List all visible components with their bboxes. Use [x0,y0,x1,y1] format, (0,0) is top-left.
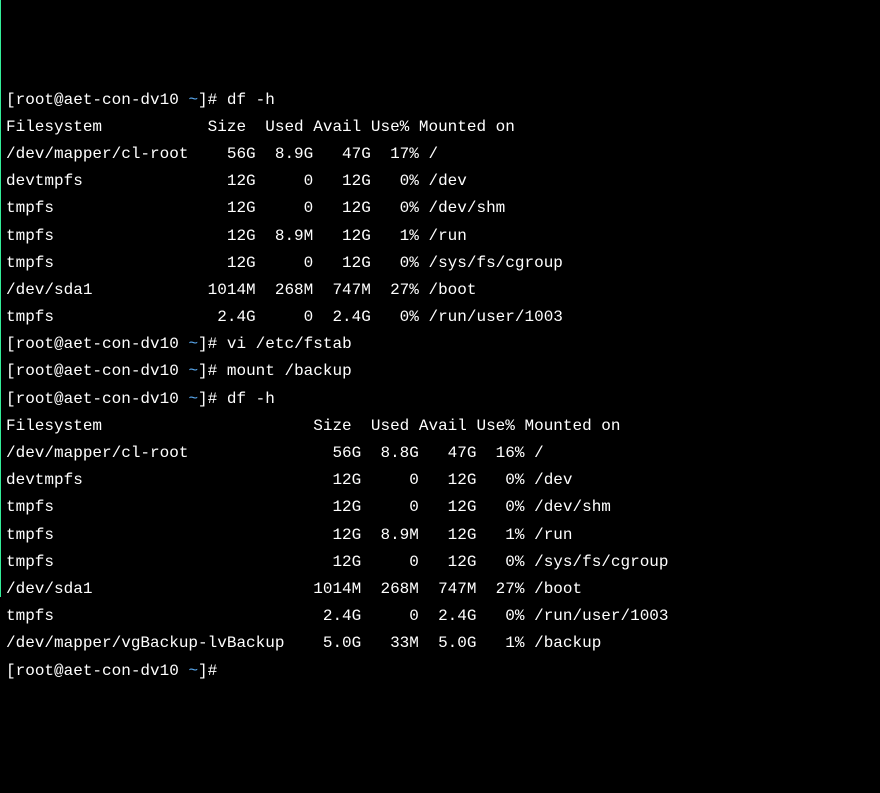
df-row: tmpfs 12G 0 12G 0% /dev/shm [6,494,875,521]
prompt-line-vi[interactable]: [root@aet-con-dv10 ~]# vi /etc/fstab [6,331,875,358]
df-header-1: Filesystem Size Used Avail Use% Mounted … [6,114,875,141]
prompt-line-df1[interactable]: [root@aet-con-dv10 ~]# df -h [6,87,875,114]
df-row: tmpfs 2.4G 0 2.4G 0% /run/user/1003 [6,304,875,331]
command-text: mount /backup [227,362,352,380]
prompt-line-mount[interactable]: [root@aet-con-dv10 ~]# mount /backup [6,358,875,385]
command-text: df -h [227,390,275,408]
prompt-line-df2[interactable]: [root@aet-con-dv10 ~]# df -h [6,386,875,413]
df-row: tmpfs 12G 8.9M 12G 1% /run [6,223,875,250]
df-header-2: Filesystem Size Used Avail Use% Mounted … [6,413,875,440]
prompt-line-trailing[interactable]: [root@aet-con-dv10 ~]# [6,658,875,685]
df-row: tmpfs 12G 0 12G 0% /sys/fs/cgroup [6,549,875,576]
df-row: tmpfs 12G 0 12G 0% /dev/shm [6,195,875,222]
df-row: devtmpfs 12G 0 12G 0% /dev [6,168,875,195]
df-row: /dev/mapper/cl-root 56G 8.8G 47G 16% / [6,440,875,467]
command-text: df -h [227,91,275,109]
df-row: tmpfs 12G 0 12G 0% /sys/fs/cgroup [6,250,875,277]
df-row: tmpfs 2.4G 0 2.4G 0% /run/user/1003 [6,603,875,630]
df-row: devtmpfs 12G 0 12G 0% /dev [6,467,875,494]
df-row: tmpfs 12G 8.9M 12G 1% /run [6,522,875,549]
terminal-output: [root@aet-con-dv10 ~]# df -hFilesystem S… [6,87,875,685]
df-row: /dev/sda1 1014M 268M 747M 27% /boot [6,576,875,603]
df-row: /dev/mapper/vgBackup-lvBackup 5.0G 33M 5… [6,630,875,657]
df-row: /dev/mapper/cl-root 56G 8.9G 47G 17% / [6,141,875,168]
df-row: /dev/sda1 1014M 268M 747M 27% /boot [6,277,875,304]
command-text: vi /etc/fstab [227,335,352,353]
